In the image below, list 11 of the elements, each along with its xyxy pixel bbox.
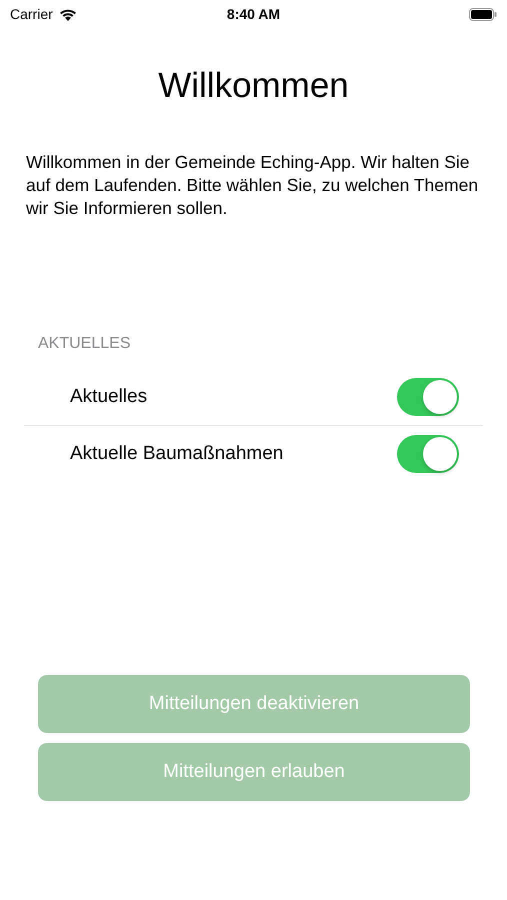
setting-label: Aktuelle Baumaßnahmen [70,443,284,465]
page-title: Willkommen [157,65,350,107]
intro-text: Willkommen in der Gemeinde Eching-App. Wir halten Sie auf dem Laufenden. Bitte wählen Sie, zu welchen Themen wir Sie Informieren sollen. [26,151,480,220]
status-time: 8:40 AM [226,6,280,22]
carrier-name: Carrier [10,6,53,22]
toggle-switch[interactable] [397,378,459,416]
battery-icon [469,8,497,20]
toggle-switch[interactable] [397,435,459,473]
wifi-icon [58,8,77,20]
section-header: AKTUELLES [38,335,132,353]
setting-label: Aktuelles [70,386,148,408]
